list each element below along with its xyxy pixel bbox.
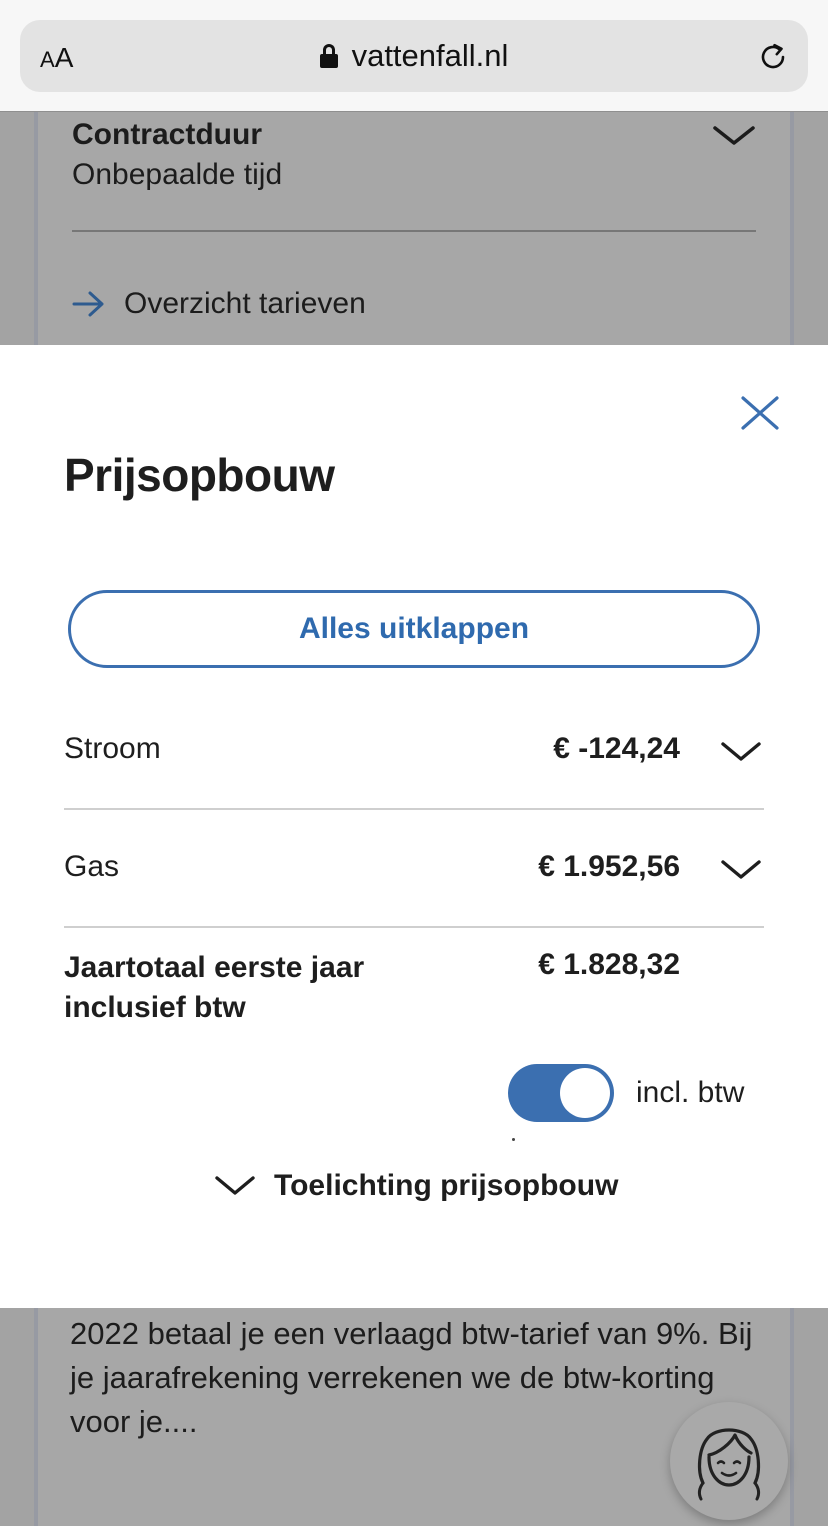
- vat-toggle-label: incl. btw: [636, 1076, 745, 1109]
- overview-rates-link: Overzicht tarieven: [72, 284, 366, 324]
- price-row-amount: € 1.952,56: [538, 850, 680, 883]
- overview-rates-label: Overzicht tarieven: [124, 287, 366, 320]
- divider: [64, 808, 764, 810]
- expand-all-button[interactable]: Alles uitklappen: [68, 590, 760, 668]
- chevron-down-icon[interactable]: [720, 741, 762, 763]
- close-icon[interactable]: [740, 395, 780, 431]
- price-row-label: Gas: [64, 850, 120, 883]
- price-row-gas[interactable]: Gas € 1.952,56: [64, 848, 764, 888]
- contract-duration-value: Onbepaalde tijd: [72, 158, 283, 191]
- chat-avatar-icon: [697, 1428, 761, 1501]
- chevron-down-icon: [215, 1176, 255, 1195]
- chat-button[interactable]: [670, 1402, 788, 1520]
- divider: [72, 230, 756, 232]
- reload-icon[interactable]: [756, 40, 790, 74]
- explanation-toggle[interactable]: Toelichting prijsopbouw: [214, 1166, 618, 1206]
- lock-icon: [319, 44, 338, 68]
- browser-toolbar: AA vattenfall.nl: [0, 0, 828, 112]
- price-row-label: Stroom: [64, 732, 161, 765]
- contract-duration-title: Contractduur: [72, 118, 262, 151]
- year-total-label: Jaartotaal eerste jaar inclusief btw: [64, 951, 365, 1024]
- url-display[interactable]: vattenfall.nl: [20, 38, 808, 74]
- modal-title: Prijsopbouw: [64, 449, 335, 501]
- price-row-electricity[interactable]: Stroom € -124,24: [64, 730, 764, 770]
- price-row-amount: € -124,24: [553, 732, 680, 765]
- arrow-right-icon: [72, 291, 104, 317]
- url-text: vattenfall.nl: [351, 38, 509, 73]
- address-bar[interactable]: AA vattenfall.nl: [20, 20, 808, 92]
- chevron-down-icon: [713, 126, 755, 145]
- dot: [512, 1138, 515, 1141]
- vat-toggle[interactable]: [508, 1064, 614, 1122]
- chevron-down-icon[interactable]: [720, 859, 762, 881]
- vat-info-paragraph: 2022 betaal je een verlaagd btw-tarief v…: [70, 1316, 753, 1439]
- toggle-knob: [560, 1068, 610, 1118]
- year-total-amount: € 1.828,32: [538, 948, 680, 981]
- divider: [64, 926, 764, 928]
- explanation-label: Toelichting prijsopbouw: [274, 1169, 619, 1202]
